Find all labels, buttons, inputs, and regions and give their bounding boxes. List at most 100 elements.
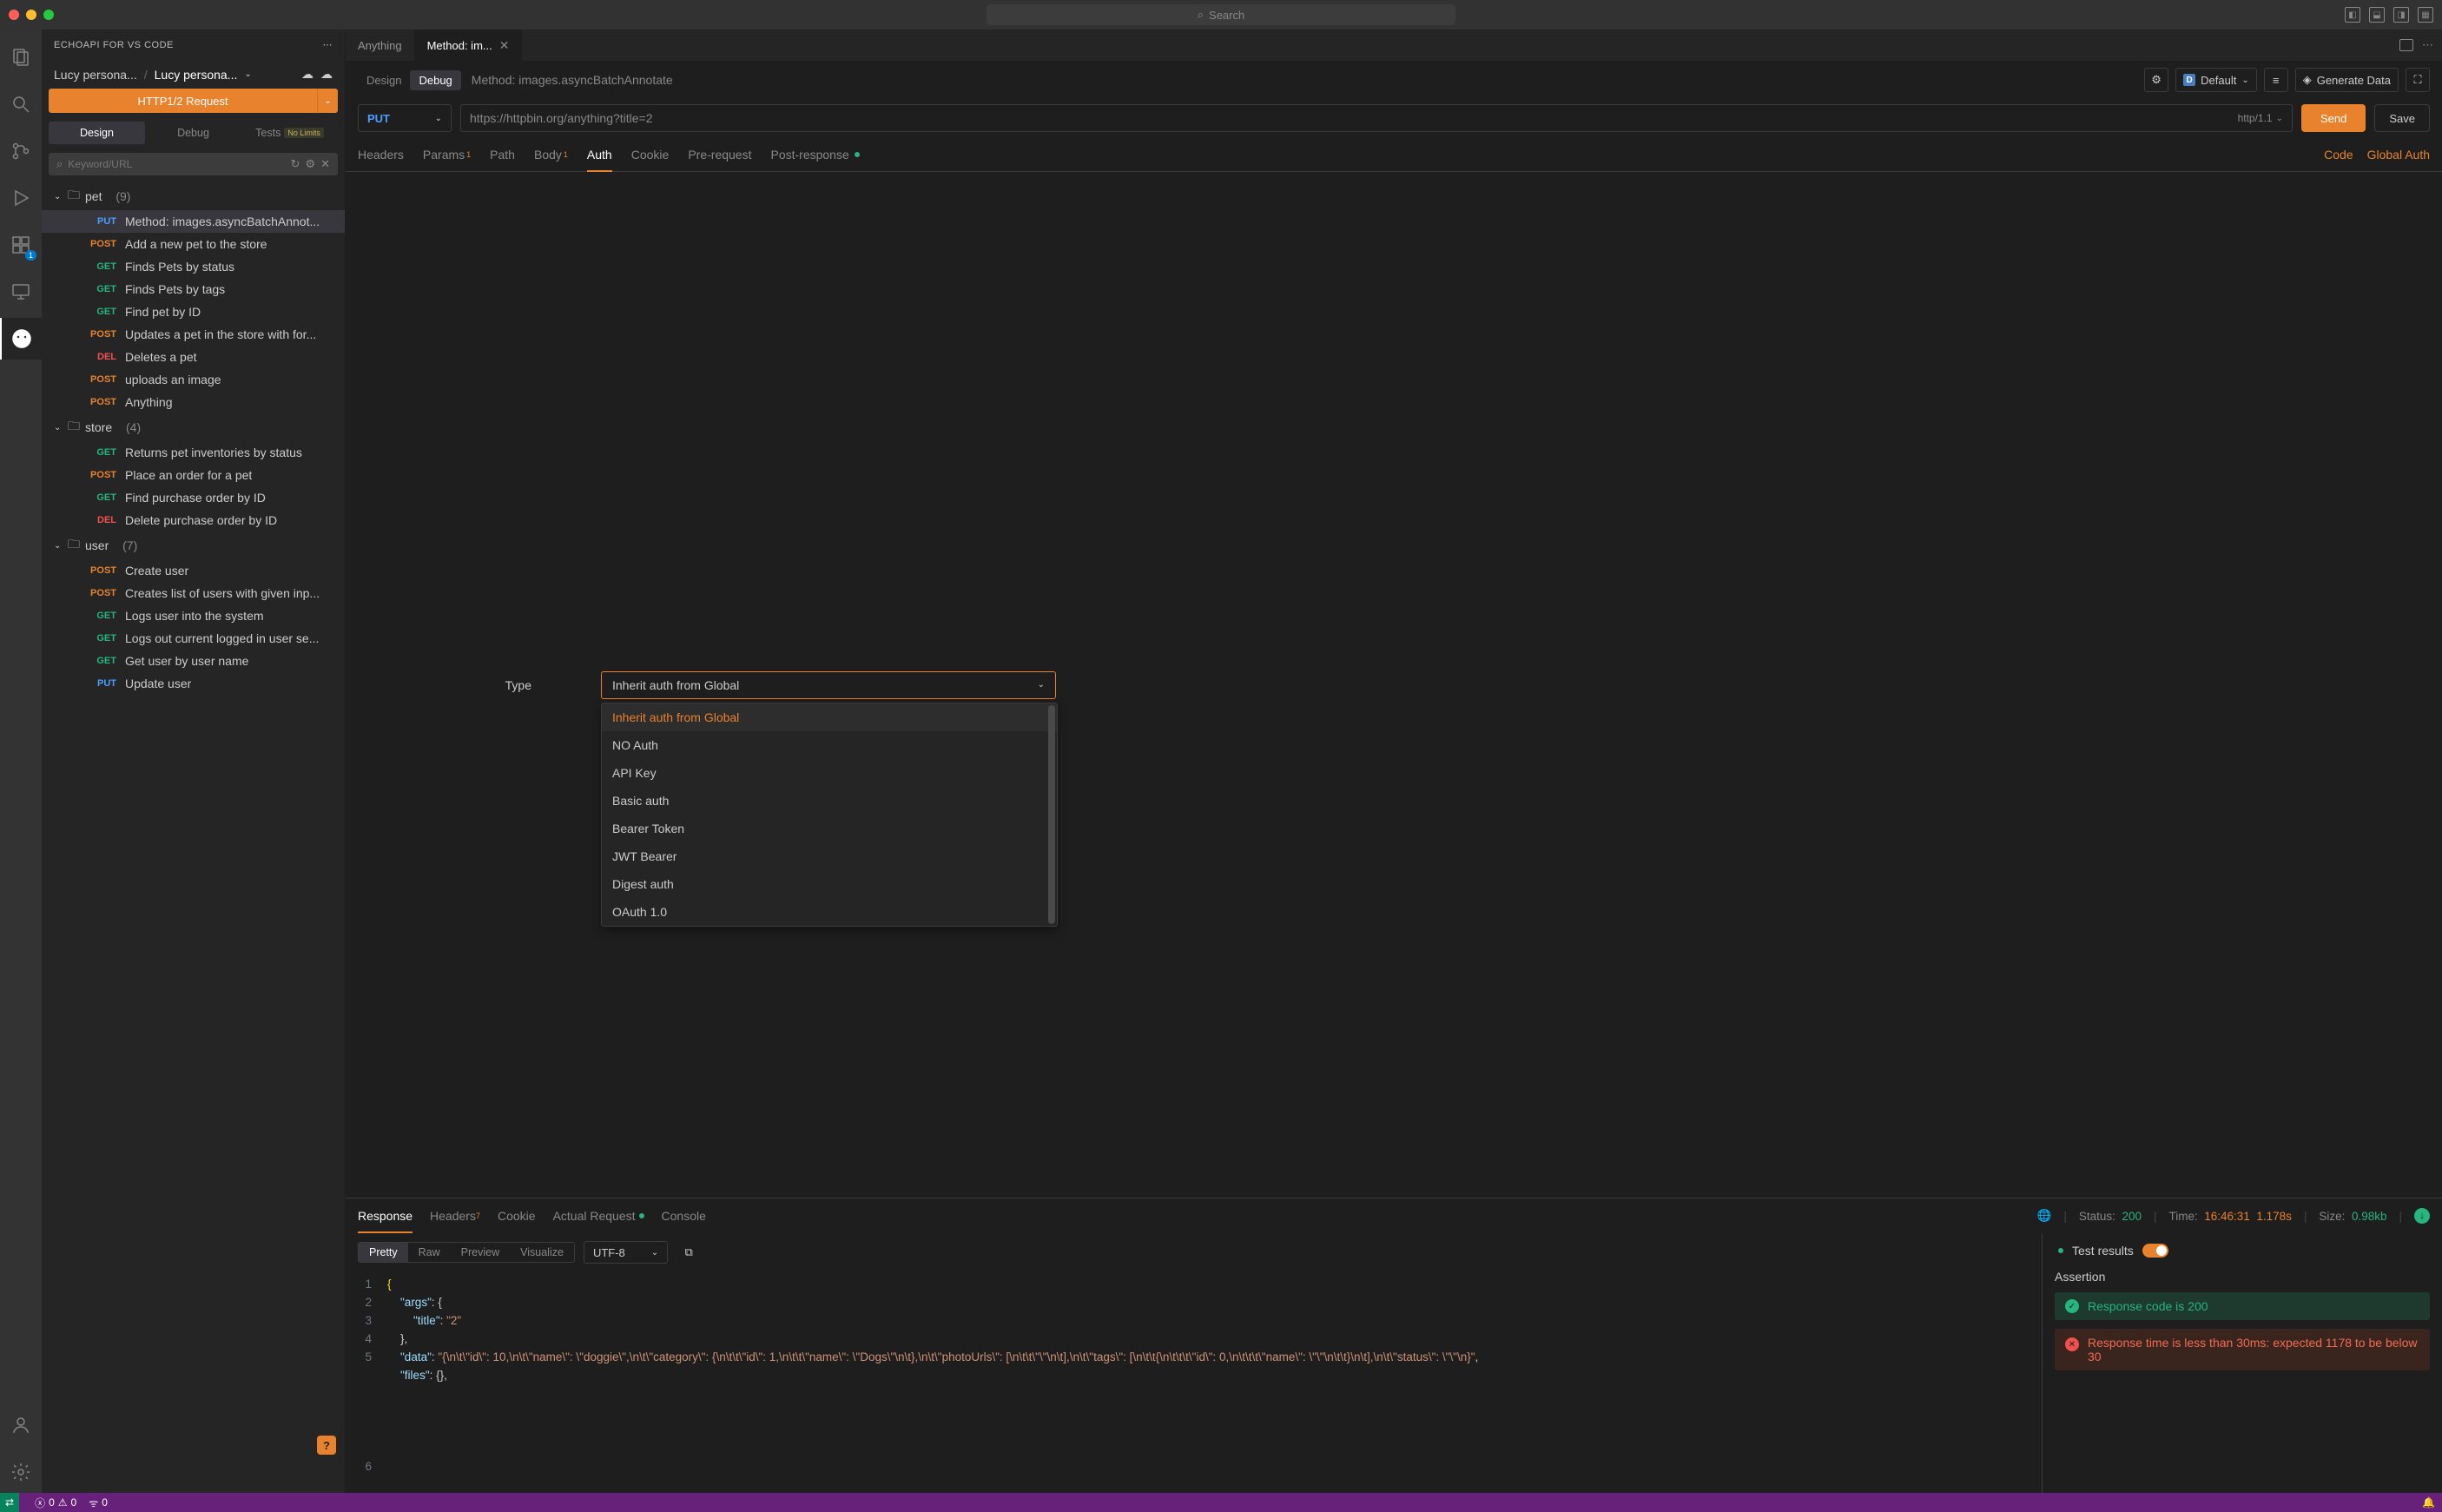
close-tab-icon[interactable]: ✕: [499, 38, 510, 53]
tree-item[interactable]: POSTPlace an order for a pet: [42, 464, 345, 486]
auth-option[interactable]: OAuth 1.0: [602, 898, 1057, 926]
resp-tab-actual[interactable]: Actual Request: [553, 1198, 644, 1233]
resp-tab-console[interactable]: Console: [662, 1198, 706, 1233]
tree-item[interactable]: POSTuploads an image: [42, 368, 345, 391]
resp-tab-headers[interactable]: Headers7: [430, 1198, 480, 1233]
settings-icon[interactable]: ⚙: [305, 157, 315, 171]
extensions-icon[interactable]: 1: [0, 224, 42, 266]
explorer-icon[interactable]: [0, 36, 42, 78]
run-debug-icon[interactable]: [0, 177, 42, 219]
copy-button[interactable]: ⧉: [676, 1240, 701, 1264]
tree-folder-user[interactable]: ⌄🗀user (7): [42, 532, 345, 559]
sidebar-search[interactable]: ⌕ ↻ ⚙ ✕: [49, 153, 338, 175]
tree-item[interactable]: DELDelete purchase order by ID: [42, 509, 345, 532]
auth-option[interactable]: Inherit auth from Global: [602, 703, 1057, 731]
more-icon[interactable]: ⋯: [323, 39, 333, 50]
remote-explorer-icon[interactable]: [0, 271, 42, 313]
code-link[interactable]: Code: [2324, 148, 2353, 162]
account-icon[interactable]: [0, 1404, 42, 1446]
tree-item[interactable]: PUTMethod: images.asyncBatchAnnot...: [42, 210, 345, 233]
tree-item[interactable]: PUTUpdate user: [42, 672, 345, 695]
split-editor-icon[interactable]: [2399, 39, 2413, 51]
tree-item[interactable]: POSTCreates list of users with given inp…: [42, 582, 345, 604]
mode-debug-button[interactable]: Debug: [410, 70, 460, 90]
tree-item[interactable]: GETFind pet by ID: [42, 300, 345, 323]
globe-icon[interactable]: 🌐: [2037, 1209, 2052, 1223]
cloud-upload-icon[interactable]: ☁: [320, 67, 333, 82]
tree-item[interactable]: POSTUpdates a pet in the store with for.…: [42, 323, 345, 346]
save-button[interactable]: Save: [2374, 104, 2430, 132]
sidebar-tab-debug[interactable]: Debug: [145, 122, 241, 144]
close-icon[interactable]: ✕: [320, 157, 330, 171]
environment-selector[interactable]: D Default ⌄: [2175, 68, 2257, 92]
editor-tab-method[interactable]: Method: im... ✕: [415, 30, 523, 61]
tab-auth[interactable]: Auth: [587, 137, 612, 171]
sidebar-search-input[interactable]: [68, 158, 281, 170]
response-code[interactable]: 123456 { "args": { "title": "2" }, "data…: [346, 1271, 2042, 1493]
crumb-collection[interactable]: Lucy persona...: [155, 68, 238, 82]
expand-button[interactable]: ⛶: [2406, 68, 2430, 92]
more-actions-icon[interactable]: ⋯: [2422, 38, 2433, 52]
send-button[interactable]: Send: [2301, 104, 2366, 132]
test-results-toggle[interactable]: [2142, 1244, 2168, 1258]
auth-type-selector[interactable]: Inherit auth from Global ⌄: [601, 671, 1056, 699]
tree-item[interactable]: GETFinds Pets by tags: [42, 278, 345, 300]
global-search-input[interactable]: ⌕ Search: [987, 4, 1455, 25]
crumb-workspace[interactable]: Lucy persona...: [54, 68, 137, 82]
tree-item[interactable]: POSTCreate user: [42, 559, 345, 582]
layout-panel-icon[interactable]: ⬓: [2369, 7, 2385, 23]
tree-item[interactable]: POSTAnything: [42, 391, 345, 413]
view-visualize[interactable]: Visualize: [510, 1243, 574, 1262]
tree-item[interactable]: GETGet user by user name: [42, 650, 345, 672]
env-list-button[interactable]: ≡: [2264, 68, 2288, 92]
protocol-selector[interactable]: http/1.1 ⌄: [2238, 112, 2283, 124]
layout-customize-icon[interactable]: ▦: [2418, 7, 2433, 23]
tab-post-response[interactable]: Post-response: [770, 137, 859, 171]
settings-button[interactable]: ⚙: [2144, 68, 2168, 92]
refresh-icon[interactable]: ↻: [291, 157, 300, 171]
search-activity-icon[interactable]: [0, 83, 42, 125]
sidebar-tab-tests[interactable]: Tests No Limits: [241, 122, 338, 144]
echoapi-icon[interactable]: [0, 318, 42, 360]
ports-button[interactable]: ᯤ0: [89, 1495, 108, 1510]
tree-item[interactable]: GETFind purchase order by ID: [42, 486, 345, 509]
layout-primary-sidebar-icon[interactable]: ◧: [2345, 7, 2360, 23]
tab-body[interactable]: Body1: [534, 137, 568, 171]
tab-cookie[interactable]: Cookie: [631, 137, 670, 171]
view-pretty[interactable]: Pretty: [359, 1243, 408, 1262]
minimize-window-button[interactable]: [26, 10, 36, 20]
resp-tab-cookie[interactable]: Cookie: [498, 1198, 536, 1233]
auth-option[interactable]: Bearer Token: [602, 815, 1057, 842]
download-button[interactable]: ↓: [2414, 1208, 2430, 1224]
global-auth-link[interactable]: Global Auth: [2367, 148, 2430, 162]
notifications-icon[interactable]: 🔔: [2422, 1496, 2435, 1509]
maximize-window-button[interactable]: [43, 10, 54, 20]
tree-item[interactable]: GETLogs out current logged in user se...: [42, 627, 345, 650]
auth-option[interactable]: NO Auth: [602, 731, 1057, 759]
tree-folder-store[interactable]: ⌄🗀store (4): [42, 413, 345, 441]
mode-design-button[interactable]: Design: [358, 70, 410, 90]
new-http-request-button[interactable]: HTTP1/2 Request: [49, 89, 317, 113]
tree-item[interactable]: DELDeletes a pet: [42, 346, 345, 368]
tree-item[interactable]: POSTAdd a new pet to the store: [42, 233, 345, 255]
tree-item[interactable]: GETLogs user into the system: [42, 604, 345, 627]
view-raw[interactable]: Raw: [408, 1243, 451, 1262]
help-button[interactable]: ?: [317, 1436, 336, 1455]
view-preview[interactable]: Preview: [451, 1243, 510, 1262]
tree-item[interactable]: GETReturns pet inventories by status: [42, 441, 345, 464]
tree-folder-pet[interactable]: ⌄🗀pet (9): [42, 182, 345, 210]
source-control-icon[interactable]: [0, 130, 42, 172]
url-input[interactable]: https://httpbin.org/anything?title=2 htt…: [460, 104, 2293, 132]
auth-option[interactable]: Digest auth: [602, 870, 1057, 898]
tree-item[interactable]: GETFinds Pets by status: [42, 255, 345, 278]
tab-path[interactable]: Path: [490, 137, 515, 171]
auth-option[interactable]: JWT Bearer: [602, 842, 1057, 870]
tab-pre-request[interactable]: Pre-request: [688, 137, 751, 171]
auth-option[interactable]: API Key: [602, 759, 1057, 787]
settings-gear-icon[interactable]: [0, 1451, 42, 1493]
problems-button[interactable]: ⓧ0 ⚠0: [35, 1495, 76, 1510]
editor-tab-anything[interactable]: Anything: [346, 30, 415, 61]
chevron-down-icon[interactable]: ⌄: [244, 69, 251, 79]
close-window-button[interactable]: [9, 10, 19, 20]
tab-params[interactable]: Params1: [423, 137, 471, 171]
